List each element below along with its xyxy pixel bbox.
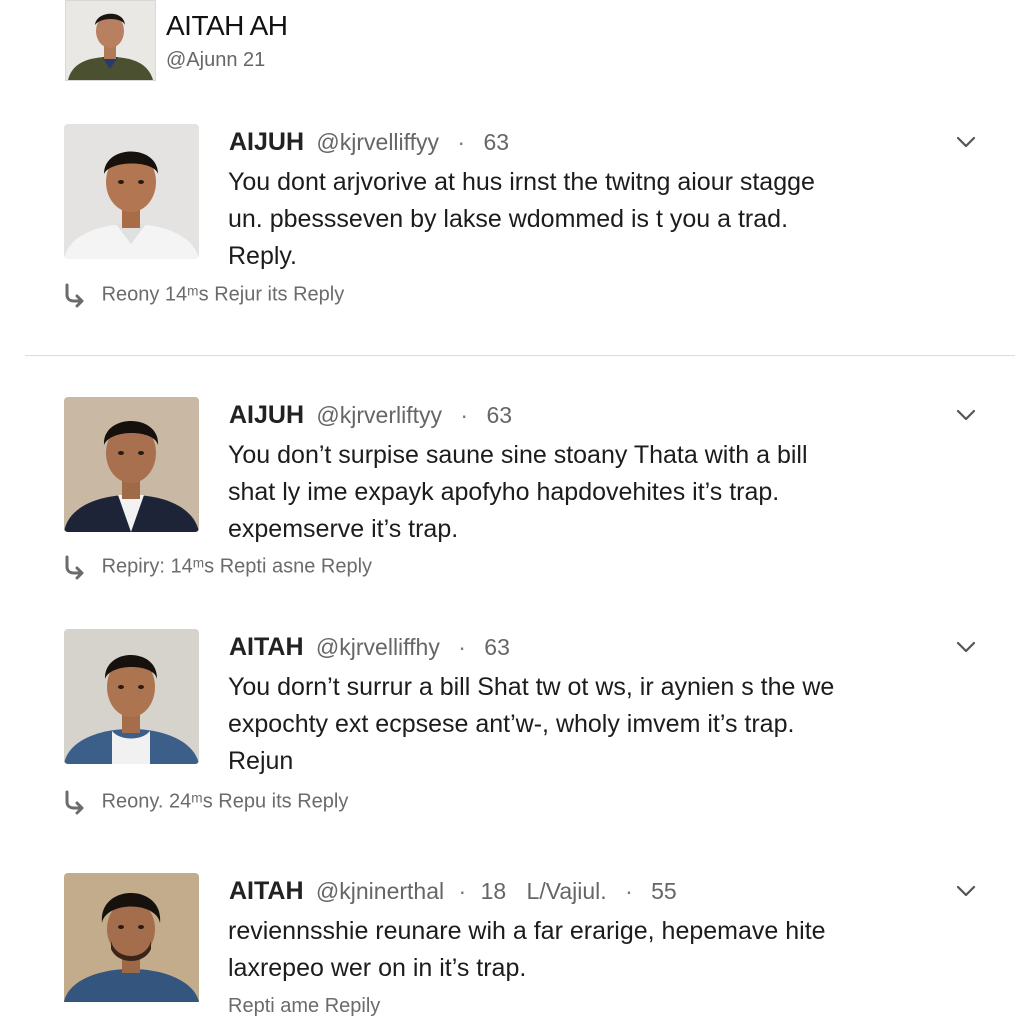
profile-handle: @Ajunn 21: [166, 49, 266, 71]
post-separator: ·: [457, 129, 466, 155]
reply-action-row[interactable]: Repiry: 14ᵐs Repti asne Reply: [62, 554, 372, 580]
post-author[interactable]: AIJUH: [229, 128, 304, 156]
post-avatar[interactable]: [64, 397, 199, 532]
post-count: 18: [480, 878, 507, 904]
post-body: You don’t surpise saune sine stoany That…: [228, 437, 948, 548]
post-author[interactable]: AIJUH: [229, 401, 304, 429]
post-avatar[interactable]: [64, 873, 199, 1008]
divider: [25, 355, 1015, 356]
post-handle[interactable]: @kjrvelliffyy: [316, 129, 439, 155]
post-author[interactable]: AITAH: [229, 633, 304, 661]
reply-action-text: Repiry: 14ᵐs Repti asne Reply: [101, 555, 373, 578]
reply-arrow-icon: [65, 555, 84, 580]
post-line: You dont arjvorive at hus irnst the twit…: [228, 168, 815, 196]
post-separator: ·: [460, 402, 469, 428]
reply-action-row[interactable]: Repti ame Repily: [228, 995, 380, 1018]
post-separator: ·: [458, 878, 467, 904]
post-line: You don’t surpise saune sine stoany That…: [228, 441, 808, 469]
post-separator: ·: [625, 878, 633, 904]
post-count: 63: [486, 402, 513, 428]
post-body: You dorn’t surrur a bill Shat tw ot ws, …: [228, 669, 948, 780]
reply-arrow-icon: [65, 790, 84, 815]
chevron-down-icon[interactable]: [955, 407, 977, 423]
reply-action-text: Reony. 24ᵐs Repu its Reply: [101, 790, 349, 813]
post-count-secondary: 55: [651, 878, 677, 904]
post-handle[interactable]: @kjninerthal: [316, 878, 444, 904]
post-extra: L/Vajiul.: [526, 878, 607, 904]
post-line: Reply.: [228, 242, 298, 270]
post-line: expemserve it’s trap.: [228, 515, 459, 543]
post-handle[interactable]: @kjrverliftyy: [316, 402, 442, 428]
reply-action-row[interactable]: Reony 14ᵐs Rejur its Reply: [62, 282, 344, 308]
profile-name: AITAH AH: [166, 10, 288, 41]
post-header: AITAH @kjrvelliffhy · 63: [229, 633, 510, 662]
reply-action-text: Reony 14ᵐs Rejur its Reply: [101, 283, 345, 306]
post-line: shat ly ime expayk apofyho hapdovehites …: [228, 478, 780, 506]
post-line: un. pbessseven by lakse wdommed is t you…: [228, 205, 789, 233]
post-header: AIJUH @kjrvelliffyy · 63: [229, 128, 509, 157]
post-separator: ·: [458, 634, 466, 660]
chevron-down-icon[interactable]: [955, 883, 977, 899]
post-header: AITAH @kjninerthal · 18 L/Vajiul. · 55: [229, 877, 677, 906]
post-count: 63: [484, 634, 510, 660]
post-line: reviennsshie reunare wih a far erarige, …: [228, 917, 826, 945]
post-author[interactable]: AITAH: [229, 877, 304, 905]
reply-arrow-icon: [65, 283, 84, 308]
post-line: expochty ext ecpsese ant’w-, wholy imvem…: [228, 710, 795, 738]
post-handle[interactable]: @kjrvelliffhy: [316, 634, 440, 660]
post-body: You dont arjvorive at hus irnst the twit…: [228, 164, 948, 275]
post-line: laxrepeo wer on in it’s trap.: [228, 954, 527, 982]
post-avatar[interactable]: [64, 124, 199, 259]
post-count: 63: [483, 129, 510, 155]
post-line: You dorn’t surrur a bill Shat tw ot ws, …: [228, 673, 835, 701]
reply-action-row[interactable]: Reony. 24ᵐs Repu its Reply: [62, 789, 348, 815]
post-line: Rejun: [228, 747, 294, 775]
post-avatar[interactable]: [64, 629, 199, 764]
post-body: reviennsshie reunare wih a far erarige, …: [228, 913, 948, 987]
profile-avatar[interactable]: [65, 0, 156, 81]
chevron-down-icon[interactable]: [955, 639, 977, 655]
post-header: AIJUH @kjrverliftyy · 63: [229, 401, 512, 430]
reply-action-text: Repti ame Repily: [228, 995, 381, 1018]
profile-header: AITAH AH @Ajunn 21: [65, 0, 665, 81]
chevron-down-icon[interactable]: [955, 134, 977, 150]
